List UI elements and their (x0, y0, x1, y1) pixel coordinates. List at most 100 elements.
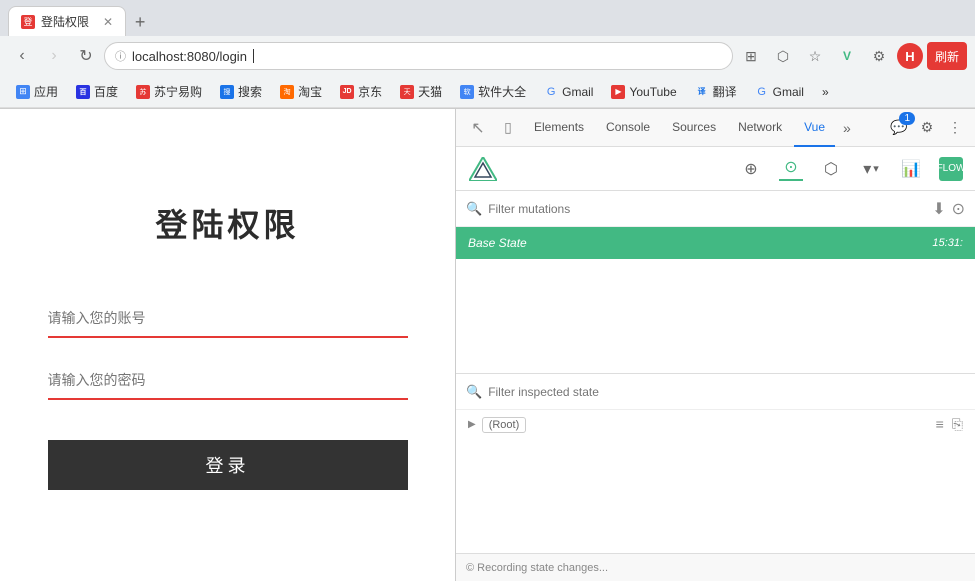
tab-sources[interactable]: Sources (662, 109, 726, 147)
bookmark-translate-label: 翻译 (713, 83, 737, 100)
routing-icon[interactable]: ⬡ (819, 157, 843, 181)
new-tab-button[interactable]: + (126, 8, 154, 36)
active-tab[interactable]: 登 登陆权限 ✕ (8, 6, 126, 36)
extensions-icon[interactable]: ⚙ (865, 42, 893, 70)
bookmark-translate[interactable]: 译 翻译 (687, 81, 745, 102)
vue-extension-icon[interactable]: V (833, 42, 861, 70)
refresh-button[interactable]: ↻ (72, 42, 100, 70)
page-title: 登陆权限 (155, 200, 299, 246)
bookmark-gmail2-label: Gmail (773, 85, 804, 99)
tab-vue[interactable]: Vue (794, 109, 835, 147)
back-button[interactable]: ‹ (8, 42, 36, 70)
account-input[interactable] (48, 306, 408, 330)
devtools-pointer-icon[interactable]: ↖ (464, 114, 492, 142)
grid-icon[interactable]: ⊞ (737, 42, 765, 70)
vue-logo (468, 154, 498, 184)
bookmark-software-label: 软件大全 (478, 83, 526, 100)
apps-icon: ⊞ (16, 85, 30, 99)
performance-icon[interactable]: ▾▾ (859, 157, 883, 181)
expand-icon[interactable]: ▶ (468, 419, 476, 430)
forward-button[interactable]: › (40, 42, 68, 70)
bookmark-baidu-label: 百度 (94, 83, 118, 100)
address-bar[interactable]: ⓘ localhost:8080/login (104, 42, 733, 70)
gmail-icon: G (544, 85, 558, 99)
base-state-label: Base State (468, 236, 527, 250)
bookmark-jd[interactable]: JD 京东 (332, 81, 390, 102)
bookmark-taobao-label: 淘宝 (298, 83, 322, 100)
bookmark-youtube[interactable]: ▶ YouTube (603, 83, 684, 101)
vuex-section: 🔍 ⬇ ⊙ Base State 15:31: 🔍 (456, 191, 975, 553)
devtools-icons: 💬1 ⚙ ⋮ (887, 116, 967, 140)
devtools-bottom-bar: © Recording state changes... (456, 553, 975, 581)
mutation-list: Base State 15:31: (456, 227, 975, 373)
bookmark-tianmao[interactable]: 天 天猫 (392, 81, 450, 102)
software-icon: 软 (460, 85, 474, 99)
settings-vue-icon[interactable]: 📊 (899, 157, 923, 181)
component-tree-icon[interactable]: ⊕ (739, 157, 763, 181)
bookmark-youtube-label: YouTube (629, 85, 676, 99)
copy-state-icon[interactable]: ⎘ (952, 416, 963, 433)
bookmark-jd-label: 京东 (358, 83, 382, 100)
bookmark-more[interactable]: » (814, 83, 837, 101)
refresh-text-button[interactable]: 刷新 (927, 42, 967, 70)
tab-close[interactable]: ✕ (103, 15, 113, 29)
devtools-mobile-icon[interactable]: ▯ (494, 114, 522, 142)
tab-title: 登陆权限 (41, 13, 89, 30)
profile-button[interactable]: H (897, 43, 923, 69)
info-icon[interactable]: FLOW (939, 157, 963, 181)
bookmark-tianmao-label: 天猫 (418, 83, 442, 100)
main-area: 登陆权限 登录 ↖ ▯ Elements Console Sources Net… (0, 109, 975, 581)
tab-more[interactable]: » (837, 109, 857, 147)
mutations-filter-bar: 🔍 ⬇ ⊙ (456, 191, 975, 227)
bookmark-suning[interactable]: 苏 苏宁易购 (128, 81, 210, 102)
state-inspector: 🔍 ▶ (Root) ≡ ⎘ (456, 373, 975, 553)
login-form: 登录 (48, 306, 408, 490)
time-travel-icon[interactable]: ⊙ (952, 199, 965, 219)
bookmark-software[interactable]: 软 软件大全 (452, 81, 534, 102)
bookmark-taobao[interactable]: 淘 淘宝 (272, 81, 330, 102)
vuex-icon[interactable]: ⊙ (779, 157, 803, 181)
bookmark-gmail[interactable]: G Gmail (536, 83, 601, 101)
cast-icon[interactable]: ⬡ (769, 42, 797, 70)
devtools-panel: ↖ ▯ Elements Console Sources Network Vue… (455, 109, 975, 581)
nav-right: ⊞ ⬡ ☆ V ⚙ H 刷新 (737, 42, 967, 70)
login-button[interactable]: 登录 (48, 440, 408, 490)
password-field-wrapper (48, 368, 408, 400)
youtube-icon: ▶ (611, 85, 625, 99)
vue-toolbar-icons: ⊕ ⊙ ⬡ ▾▾ 📊 FLOW (739, 157, 963, 181)
translate-icon: 译 (695, 85, 709, 99)
password-input[interactable] (48, 368, 408, 392)
state-filter-input[interactable] (488, 385, 965, 399)
tab-console[interactable]: Console (596, 109, 660, 147)
base-state-item[interactable]: Base State 15:31: (456, 227, 975, 259)
comment-icon[interactable]: 💬1 (887, 116, 911, 140)
state-content (456, 439, 975, 553)
root-label: (Root) (482, 417, 527, 433)
bookmark-star-icon[interactable]: ☆ (801, 42, 829, 70)
bookmark-gmail2[interactable]: G Gmail (747, 83, 812, 101)
taobao-icon: 淘 (280, 85, 294, 99)
badge: 1 (899, 112, 915, 125)
bookmark-gmail-label: Gmail (562, 85, 593, 99)
download-icon[interactable]: ⬇ (932, 199, 945, 219)
bookmark-baidu[interactable]: 百 百度 (68, 81, 126, 102)
settings-icon[interactable]: ⚙ (915, 116, 939, 140)
search-bm-icon: 搜 (220, 85, 234, 99)
tab-network[interactable]: Network (728, 109, 792, 147)
bookmark-search[interactable]: 搜 搜索 (212, 81, 270, 102)
tab-favicon: 登 (21, 15, 35, 29)
tab-elements[interactable]: Elements (524, 109, 594, 147)
more-bookmarks-icon: » (822, 85, 829, 99)
state-filter-bar: 🔍 (456, 374, 975, 410)
navigation-bar: ‹ › ↻ ⓘ localhost:8080/login ⊞ ⬡ ☆ V ⚙ H… (0, 36, 975, 76)
more-options-icon[interactable]: ⋮ (943, 116, 967, 140)
account-field-wrapper (48, 306, 408, 338)
vue-panel: ⊕ ⊙ ⬡ ▾▾ 📊 FLOW 🔍 ⬇ ⊙ (456, 147, 975, 553)
base-state-time: 15:31: (932, 237, 963, 249)
mutations-filter-input[interactable] (488, 202, 926, 216)
filter-search-icon: 🔍 (466, 201, 482, 217)
filter-state-icon[interactable]: ≡ (936, 416, 944, 433)
vue-toolbar: ⊕ ⊙ ⬡ ▾▾ 📊 FLOW (456, 147, 975, 191)
gmail2-icon: G (755, 85, 769, 99)
bookmark-apps[interactable]: ⊞ 应用 (8, 81, 66, 102)
